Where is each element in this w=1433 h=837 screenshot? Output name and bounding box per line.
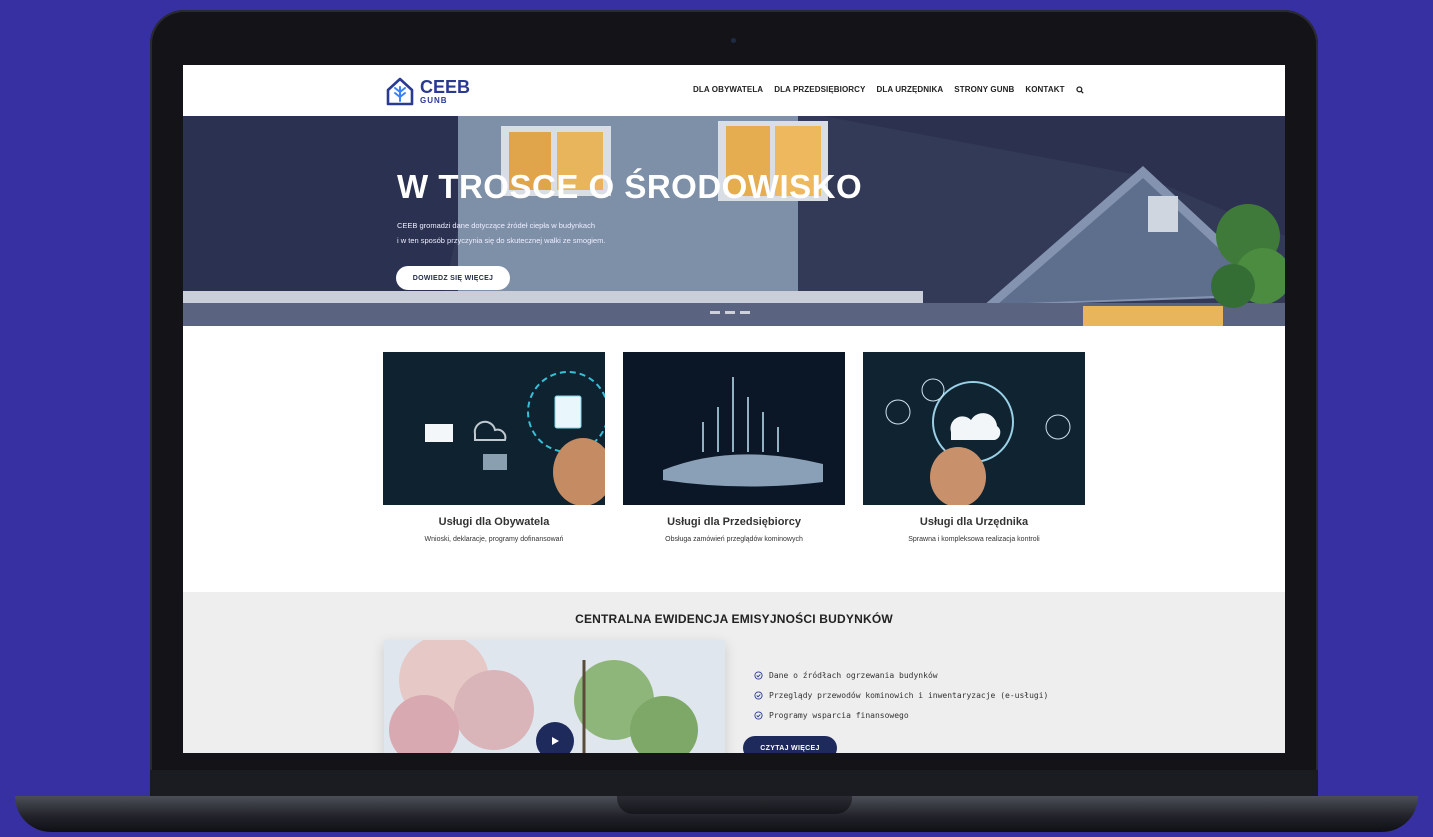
play-icon	[552, 737, 559, 745]
hero-banner: W TROSCE O ŚRODOWISKO CEEB gromadzi dane…	[183, 116, 1285, 326]
card-image-obywatel[interactable]	[383, 352, 605, 505]
check-circle-icon	[754, 670, 763, 680]
check-circle-icon	[754, 710, 763, 720]
card-image-przedsiebiorca[interactable]	[623, 352, 845, 505]
website-screen: CEEB GUNB DLA OBYWATELA DLA PRZEDSIĘBIOR…	[183, 65, 1285, 753]
video-thumbnail[interactable]	[384, 640, 725, 753]
service-cards: Usługi dla Obywatela Wnioski, deklaracje…	[383, 352, 1085, 543]
hero-subtitle: CEEB gromadzi dane dotyczące źródeł ciep…	[397, 218, 697, 248]
list-item-text: Programy wsparcia finansowego	[769, 710, 909, 720]
slider-dots[interactable]	[710, 311, 750, 314]
growth-arrows-image	[623, 352, 845, 505]
digital-documents-image	[383, 352, 605, 505]
list-item-text: Dane o źródłach ogrzewania budynków	[769, 670, 938, 680]
learn-more-button[interactable]: DOWIEDZ SIĘ WIĘCEJ	[396, 266, 510, 290]
card-title[interactable]: Usługi dla Przedsiębiorcy	[623, 516, 845, 528]
webcam-icon	[731, 38, 736, 43]
card-desc: Wnioski, deklaracje, programy dofinansow…	[424, 536, 564, 543]
hero-subtitle-line-2: i w ten sposób przyczynia się do skutecz…	[397, 236, 606, 245]
hero-subtitle-line-1: CEEB gromadzi dane dotyczące źródeł ciep…	[397, 221, 596, 230]
logo-name: CEEB	[420, 76, 471, 97]
read-more-button[interactable]: CZYTAJ WIĘCEJ	[743, 736, 837, 753]
list-item-text: Przeglądy przewodów kominowich i inwenta…	[769, 690, 1049, 700]
site-header: CEEB GUNB DLA OBYWATELA DLA PRZEDSIĘBIOR…	[183, 65, 1285, 116]
card-przedsiebiorca[interactable]: Usługi dla Przedsiębiorcy Obsługa zamówi…	[623, 352, 845, 543]
ceeb-logo[interactable]: CEEB GUNB	[384, 75, 470, 107]
nav-item-obywatel[interactable]: DLA OBYWATELA	[693, 85, 763, 94]
card-urzednik[interactable]: Usługi dla Urzędnika Sprawna i komplekso…	[863, 352, 1085, 543]
card-image-urzednik[interactable]	[863, 352, 1085, 505]
check-circle-icon	[754, 690, 763, 700]
feature-list: Dane o źródłach ogrzewania budynków Prze…	[754, 665, 1048, 725]
house-photo	[183, 116, 1285, 326]
logo-sub: GUNB	[420, 95, 448, 105]
card-title[interactable]: Usługi dla Obywatela	[383, 516, 605, 528]
ceeb-section: CENTRALNA EWIDENCJA EMISYJNOŚCI BUDYNKÓW…	[183, 592, 1285, 753]
nav-item-przedsiebiorca[interactable]: DLA PRZEDSIĘBIORCY	[774, 85, 865, 94]
house-logo-icon	[386, 77, 414, 106]
card-desc: Sprawna i kompleksowa realizacja kontrol…	[908, 536, 1040, 543]
cloud-network-image	[863, 352, 1085, 505]
hero-title: W TROSCE O ŚRODOWISKO	[397, 168, 863, 205]
section-title: CENTRALNA EWIDENCJA EMISYJNOŚCI BUDYNKÓW	[575, 612, 893, 626]
main-nav: DLA OBYWATELA DLA PRZEDSIĘBIORCY DLA URZ…	[693, 85, 1084, 94]
card-desc: Obsługa zamówień przeglądów kominowych	[665, 536, 803, 543]
laptop-notch	[617, 796, 852, 814]
list-item: Przeglądy przewodów kominowich i inwenta…	[754, 685, 1048, 705]
list-item: Programy wsparcia finansowego	[754, 705, 1048, 725]
nav-item-urzednik[interactable]: DLA URZĘDNIKA	[876, 85, 943, 94]
nav-item-strony-gunb[interactable]: STRONY GUNB	[954, 85, 1014, 94]
nav-item-kontakt[interactable]: KONTAKT	[1025, 85, 1064, 94]
list-item: Dane o źródłach ogrzewania budynków	[754, 665, 1048, 685]
card-title[interactable]: Usługi dla Urzędnika	[863, 516, 1085, 528]
card-obywatel[interactable]: Usługi dla Obywatela Wnioski, deklaracje…	[383, 352, 605, 543]
search-icon[interactable]	[1075, 85, 1084, 94]
play-button[interactable]	[536, 722, 574, 753]
